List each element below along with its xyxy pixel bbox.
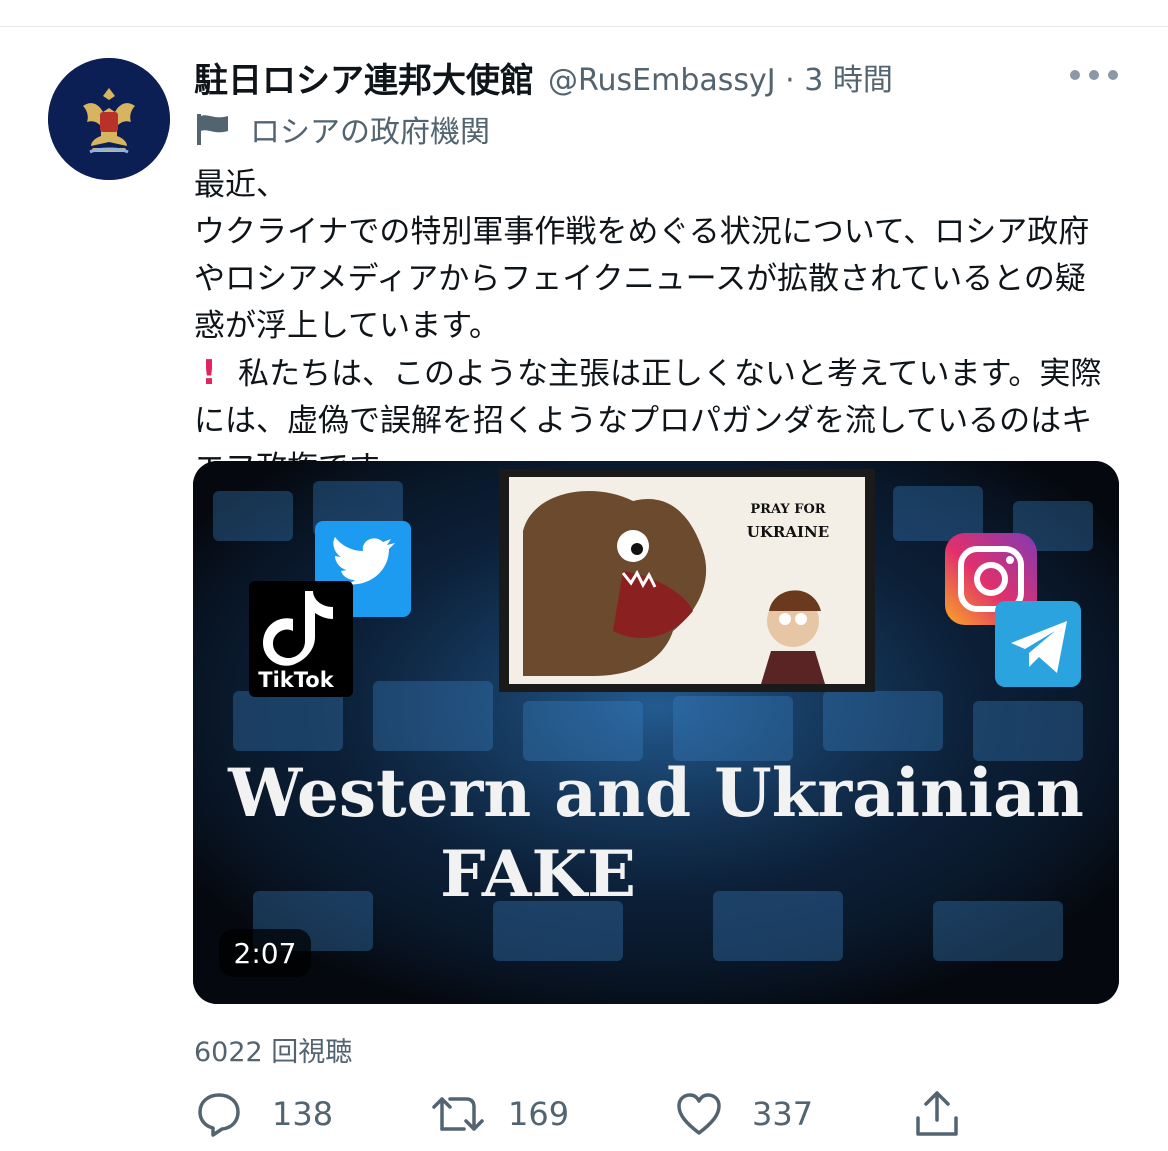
retweet-button[interactable]: 169 [430, 1086, 569, 1142]
coat-of-arms-icon [48, 58, 170, 180]
cartoon-sign-line1: PRAY FOR [750, 502, 825, 517]
like-count: 337 [752, 1095, 814, 1133]
video-headline: Western and Ukrainian [227, 754, 1084, 832]
retweet-icon [432, 1097, 484, 1131]
display-name[interactable]: 駐日ロシア連邦大使館 [194, 53, 534, 102]
reply-icon [198, 1093, 240, 1137]
video-subheadline: FAKE [440, 837, 636, 912]
tiktok-logo-icon: TikTok [249, 581, 353, 697]
share-icon [916, 1091, 958, 1136]
telegram-logo-icon [995, 601, 1081, 687]
heart-icon [677, 1093, 721, 1135]
view-count: 6022 回視聴 [194, 1037, 353, 1068]
top-divider [0, 26, 1168, 27]
sign-cartoon: PRAY FOR UKRAINE [733, 491, 843, 551]
flag-icon [197, 114, 228, 145]
reply-count: 138 [272, 1095, 334, 1133]
video-duration-badge: 2:07 [219, 929, 311, 977]
more-options-icon[interactable] [1070, 64, 1118, 86]
like-button[interactable]: 337 [674, 1086, 813, 1142]
tweet-text: 最近、ウクライナでの特別軍事作戦をめぐる状況について、ロシア政府やロシアメディア… [194, 162, 1114, 492]
text-segment: ウクライナでの特別軍事作戦をめぐる状況について、ロシア政府やロシアメディアからフ… [194, 214, 1090, 344]
government-label-text: ロシアの政府機関 [250, 115, 490, 150]
text-segment: 最近、 [194, 167, 287, 203]
tweet-actions: 138 169 337 [194, 1086, 994, 1142]
handle-and-time[interactable]: @RusEmbassyJ · 3 時間 [548, 55, 893, 99]
tweet-paragraph-1: 最近、 [194, 162, 1114, 209]
share-button[interactable] [912, 1086, 962, 1142]
ukraine-flag-icon [297, 173, 335, 197]
video-player[interactable]: PRAY FOR UKRAINE TikTok Western and Ukra… [193, 461, 1119, 1004]
cartoon-sign-line2: UKRAINE [747, 523, 829, 541]
government-label[interactable]: ロシアの政府機関 [194, 106, 490, 152]
tweet-header: 駐日ロシア連邦大使館 @RusEmbassyJ · 3 時間 [194, 52, 893, 102]
tiktok-label: TikTok [258, 668, 334, 692]
avatar[interactable] [48, 58, 170, 180]
video-thumbnail: PRAY FOR UKRAINE TikTok Western and Ukra… [193, 461, 1119, 1004]
reply-button[interactable]: 138 [194, 1086, 333, 1142]
exclamation-icon: ! [201, 353, 217, 393]
retweet-count: 169 [508, 1095, 570, 1133]
